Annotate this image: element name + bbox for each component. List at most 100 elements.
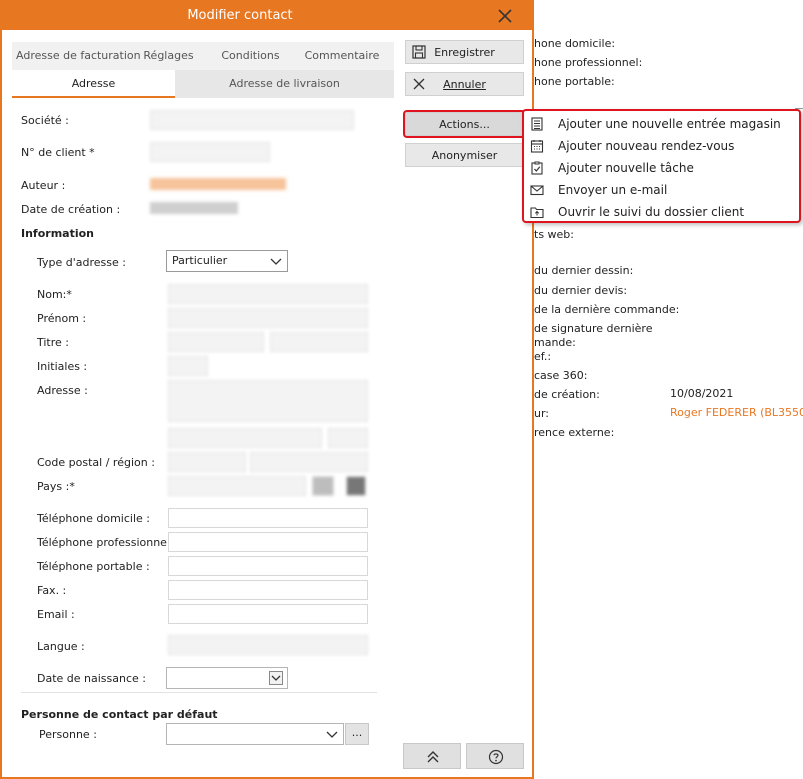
label-tel-pro: Téléphone professionnel <box>37 536 171 549</box>
ledger-icon <box>530 117 544 131</box>
envelope-icon <box>530 183 544 197</box>
bg-value-auteur[interactable]: Roger FEDERER (BL35503 <box>670 406 803 419</box>
code-postal-input[interactable] <box>168 452 246 472</box>
menu-item-send-email[interactable]: Envoyer un e-mail <box>524 179 799 201</box>
adresse-etage-extra[interactable] <box>328 428 368 448</box>
label-auteur: Auteur : <box>21 179 66 192</box>
label-personne: Personne : <box>39 728 97 741</box>
nom-input[interactable] <box>168 284 368 304</box>
chevron-down-icon <box>269 254 283 268</box>
label-pays: Pays :* <box>37 480 75 493</box>
tab-reglages[interactable]: Réglages <box>129 42 208 70</box>
label-type-adresse: Type d'adresse : <box>37 256 126 269</box>
label-prenom: Prénom : <box>37 312 87 325</box>
label-langue: Langue : <box>37 640 85 653</box>
adresse-etage-input[interactable] <box>168 428 322 448</box>
label-fax: Fax. : <box>37 584 67 597</box>
save-button[interactable]: Enregistrer <box>405 40 524 64</box>
label-nom: Nom:* <box>37 288 72 301</box>
bg-label-reference-externe: rence externe: <box>534 426 615 439</box>
label-numero-client: N° de client * <box>21 146 95 159</box>
menu-item-label: Ouvrir le suivi du dossier client <box>558 205 745 219</box>
type-adresse-value: Particulier <box>172 254 228 267</box>
calendar-icon <box>530 139 544 153</box>
label-date-creation: Date de création : <box>21 203 121 216</box>
menu-item-label: Ajouter nouvelle tâche <box>558 161 694 175</box>
pays-clear-button[interactable] <box>346 476 366 496</box>
adresse-textarea[interactable] <box>168 380 368 422</box>
bg-label-dernier-devis: du dernier devis: <box>534 284 628 297</box>
menu-item-open-client-file[interactable]: Ouvrir le suivi du dossier client <box>524 201 799 223</box>
fax-input[interactable] <box>168 580 368 600</box>
personne-select[interactable] <box>166 723 344 745</box>
tel-pro-input[interactable] <box>168 532 368 552</box>
actions-button-highlight <box>403 110 526 138</box>
bg-label-auteur: ur: <box>534 407 550 420</box>
auteur-link-blurred[interactable] <box>150 178 286 190</box>
menu-item-label: Envoyer un e-mail <box>558 183 668 197</box>
help-button[interactable] <box>466 743 524 769</box>
chevron-down-icon <box>325 727 339 741</box>
titre-secondary-select[interactable] <box>270 332 368 352</box>
chevron-down-icon[interactable] <box>269 671 283 685</box>
tab-commentaire[interactable]: Commentaire <box>293 42 391 70</box>
initiales-input[interactable] <box>168 356 208 376</box>
label-initiales: Initiales : <box>37 360 88 373</box>
menu-item-add-appointment[interactable]: Ajouter nouveau rendez-vous <box>524 135 799 157</box>
section-divider <box>21 692 377 693</box>
pays-select[interactable] <box>168 476 306 496</box>
date-creation-value-blurred <box>150 202 238 214</box>
menu-item-label: Ajouter une nouvelle entrée magasin <box>558 117 781 131</box>
bg-label-ref: ef.: <box>534 350 552 363</box>
titre-select[interactable] <box>168 332 264 352</box>
menu-item-add-store-entry[interactable]: Ajouter une nouvelle entrée magasin <box>524 113 799 135</box>
email-input[interactable] <box>168 604 368 624</box>
save-button-label: Enregistrer <box>434 46 495 59</box>
tab-adresse[interactable]: Adresse <box>12 70 175 98</box>
bg-label-sites-web: ts web: <box>534 228 574 241</box>
label-societe: Société : <box>21 114 69 127</box>
folder-icon <box>530 205 544 219</box>
menu-item-add-task[interactable]: Ajouter nouvelle tâche <box>524 157 799 179</box>
date-naissance-picker[interactable] <box>166 667 288 689</box>
tel-domicile-input[interactable] <box>168 508 368 528</box>
bg-label-signature: de signature dernière <box>534 322 653 335</box>
societe-select[interactable] <box>150 110 354 130</box>
label-date-naissance: Date de naissance : <box>37 672 146 685</box>
label-adresse: Adresse : <box>37 384 88 397</box>
type-adresse-select[interactable]: Particulier <box>166 250 288 272</box>
tel-portable-input[interactable] <box>168 556 368 576</box>
tab-conditions[interactable]: Conditions <box>208 42 293 70</box>
region-input[interactable] <box>250 452 368 472</box>
heading-personne-contact: Personne de contact par défaut <box>21 708 218 721</box>
scroll-top-button[interactable] <box>403 743 461 769</box>
dialog-titlebar: Modifier contact <box>2 2 532 30</box>
cancel-button-label: Annuler <box>443 78 486 91</box>
prenom-input[interactable] <box>168 308 368 328</box>
close-icon[interactable] <box>494 5 516 27</box>
bg-label-dernier-dessin: du dernier dessin: <box>534 264 634 277</box>
bg-label-tel-pro: hone professionnel: <box>534 56 643 69</box>
numero-client-input[interactable] <box>150 142 270 162</box>
actions-dropdown-menu: Ajouter une nouvelle entrée magasin Ajou… <box>522 109 801 223</box>
heading-information: Information <box>21 227 94 240</box>
langue-select[interactable] <box>168 635 368 655</box>
dialog-title: Modifier contact <box>187 8 293 23</box>
bg-label-date-creation: de création: <box>534 388 600 401</box>
bg-label-tel-domicile: hone domicile: <box>534 37 616 50</box>
edit-contact-dialog: Modifier contact Adresse de facturation … <box>0 0 534 779</box>
tab-adresse-livraison[interactable]: Adresse de livraison <box>175 70 394 98</box>
bg-label-tel-portable: hone portable: <box>534 75 615 88</box>
tab-adresse-facturation[interactable]: Adresse de facturation <box>12 42 141 70</box>
label-tel-domicile: Téléphone domicile : <box>37 512 150 525</box>
menu-item-label: Ajouter nouveau rendez-vous <box>558 139 735 153</box>
tabs-row-top: Adresse de facturation Réglages Conditio… <box>12 42 394 70</box>
label-tel-portable: Téléphone portable : <box>37 560 150 573</box>
personne-more-button[interactable]: ... <box>345 723 369 745</box>
bg-label-derniere-commande: de la dernière commande: <box>534 303 680 316</box>
anonymize-button-label: Anonymiser <box>431 149 498 162</box>
cancel-button[interactable]: Annuler <box>405 72 524 96</box>
bg-label-case-360: case 360: <box>534 369 588 382</box>
anonymize-button[interactable]: Anonymiser <box>405 143 524 167</box>
pays-lookup-button[interactable] <box>312 476 334 496</box>
